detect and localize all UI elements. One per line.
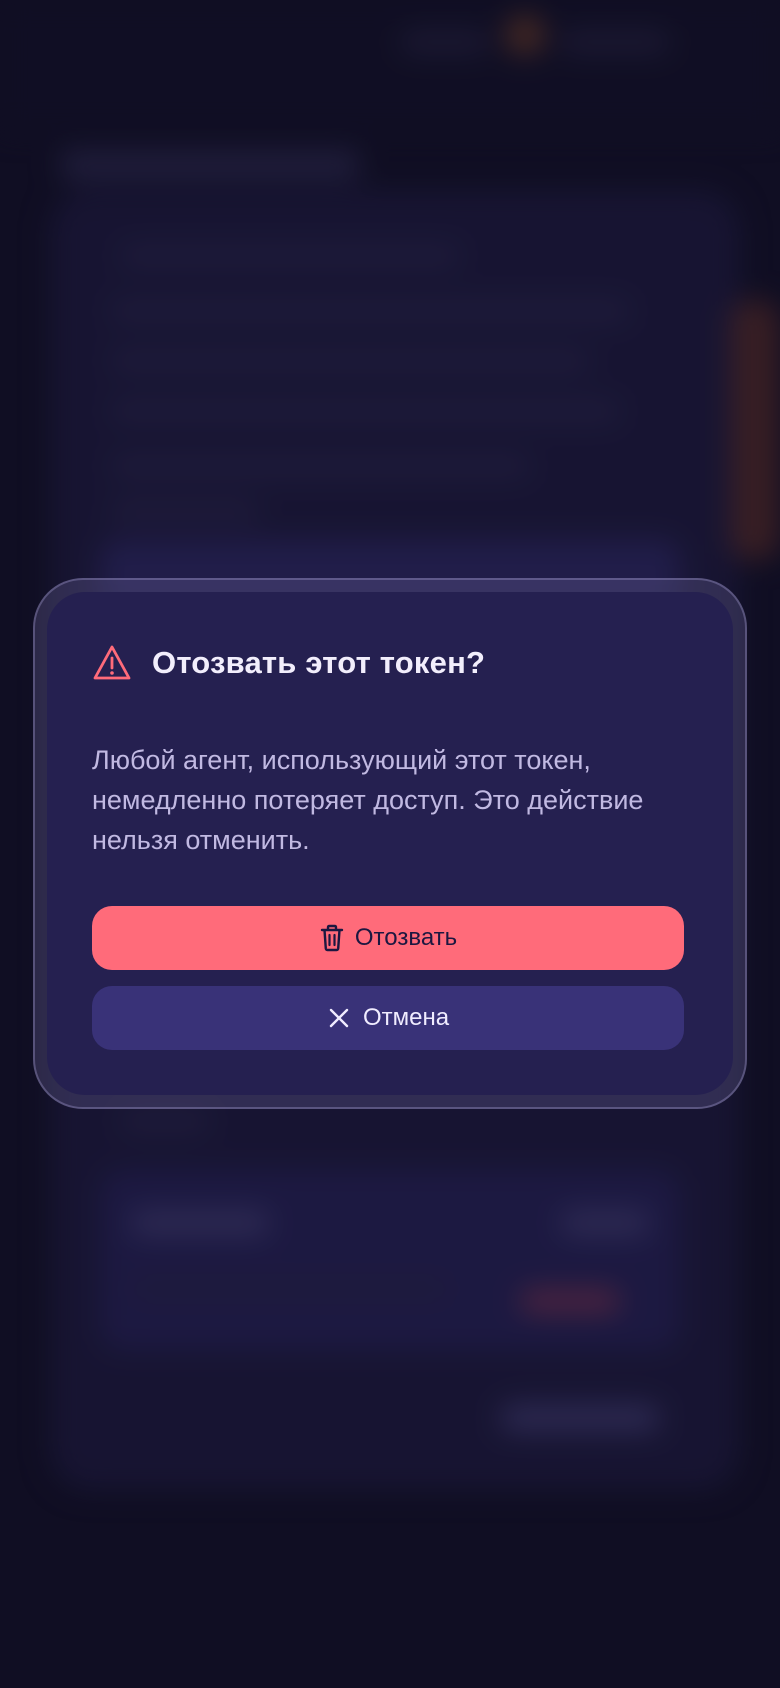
cancel-button-label: Отмена xyxy=(362,1004,450,1031)
close-icon xyxy=(329,1008,349,1028)
revoke-token-dialog: Отозвать этот токен? Любой агент, исполь… xyxy=(47,592,733,1095)
trash-icon xyxy=(320,924,344,952)
revoke-button[interactable]: Отозвать xyxy=(92,906,684,970)
warning-triangle-icon xyxy=(93,645,131,680)
dialog-message: Любой агент, использующий этот токен, не… xyxy=(92,745,644,855)
dialog-title: Отозвать этот токен? xyxy=(152,645,486,680)
cancel-button[interactable]: Отмена xyxy=(92,986,684,1050)
revoke-token-dialog-frame: Отозвать этот токен? Любой агент, исполь… xyxy=(33,578,747,1109)
revoke-button-label: Отозвать xyxy=(354,924,458,951)
dialog-header: Отозвать этот токен? xyxy=(92,644,485,682)
